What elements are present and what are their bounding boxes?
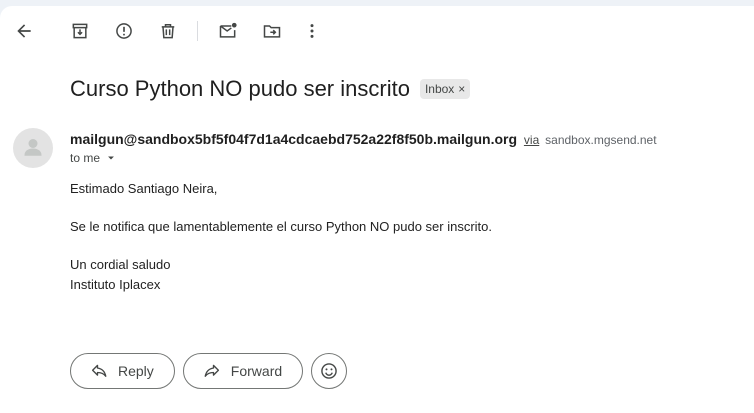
toolbar — [0, 6, 754, 56]
recipient-label: to me — [70, 151, 101, 165]
report-spam-button[interactable] — [108, 15, 140, 47]
label-text: Inbox — [424, 82, 455, 96]
reply-button[interactable]: Reply — [70, 353, 175, 389]
toolbar-divider — [197, 21, 198, 41]
more-options-button[interactable] — [296, 15, 328, 47]
reply-actions: Reply Forward — [70, 353, 348, 389]
chevron-down-icon — [108, 156, 114, 160]
sender-row: mailgun@sandbox5bf5f04f7d1a4cdcaebd752a2… — [70, 131, 657, 147]
email-subject: Curso Python NO pudo ser inscrito — [70, 76, 410, 101]
mark-unread-button[interactable] — [212, 15, 244, 47]
email-view: Curso Python NO pudo ser inscrito Inbox … — [0, 6, 754, 413]
via-link[interactable]: via — [524, 133, 539, 147]
subject-row: Curso Python NO pudo ser inscrito Inbox … — [70, 76, 471, 102]
archive-icon — [72, 23, 88, 39]
smiley-icon — [321, 363, 337, 379]
avatar[interactable] — [13, 128, 53, 168]
forward-label: Forward — [230, 363, 283, 379]
back-arrow-icon — [17, 24, 31, 38]
remove-label-button[interactable]: × — [458, 82, 465, 96]
body-message: Se le notifica que lamentablemente el cu… — [70, 219, 493, 234]
report-spam-icon — [116, 23, 132, 39]
mark-unread-icon — [219, 22, 237, 38]
body-greeting: Estimado Santiago Neira, — [70, 181, 218, 196]
archive-button[interactable] — [64, 15, 96, 47]
sender-email[interactable]: mailgun@sandbox5bf5f04f7d1a4cdcaebd752a2… — [70, 131, 517, 147]
forward-icon — [204, 364, 219, 377]
reply-label: Reply — [118, 363, 154, 379]
email-body: Estimado Santiago Neira, Se le notifica … — [70, 179, 492, 295]
reply-icon — [91, 364, 107, 377]
inbox-label-chip: Inbox × — [419, 79, 471, 99]
via-domain: sandbox.mgsend.net — [545, 133, 657, 147]
delete-icon — [161, 24, 175, 39]
body-closing: Un cordial saludo — [70, 257, 171, 272]
default-avatar-icon — [24, 139, 42, 156]
emoji-reaction-button[interactable] — [311, 353, 348, 389]
back-button[interactable] — [8, 15, 40, 47]
move-to-icon — [263, 25, 281, 38]
body-signature: Instituto Iplacex — [70, 277, 161, 292]
more-options-icon — [310, 24, 314, 38]
forward-button[interactable]: Forward — [182, 353, 304, 389]
move-to-button[interactable] — [256, 15, 288, 47]
delete-button[interactable] — [152, 15, 184, 47]
recipient-details-toggle[interactable]: to me — [70, 151, 118, 165]
